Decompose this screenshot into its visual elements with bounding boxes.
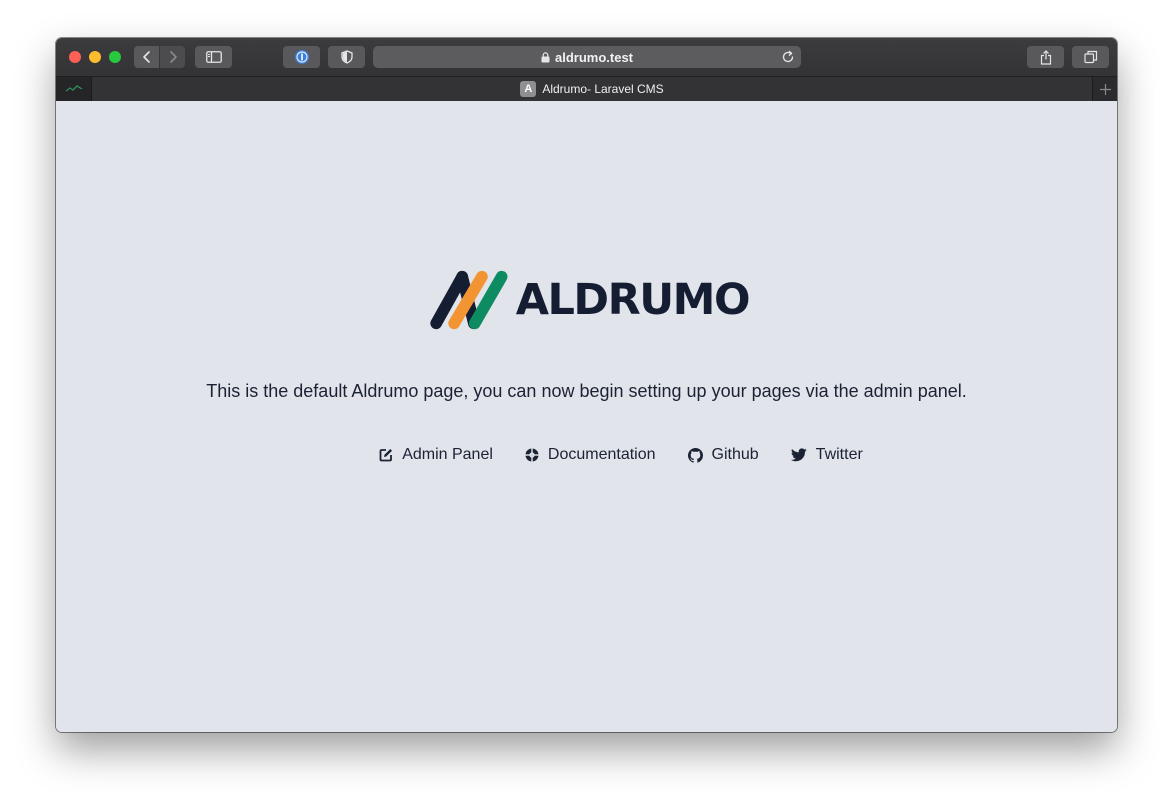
tab-bar: A Aldrumo- Laravel CMS <box>56 76 1117 101</box>
chevron-right-icon <box>169 51 177 63</box>
edit-icon <box>379 448 393 462</box>
chevron-left-icon <box>142 51 150 63</box>
github-label: Github <box>711 446 759 463</box>
pinned-tab[interactable] <box>56 77 92 101</box>
tabs-overview-icon <box>1083 50 1097 64</box>
show-all-tabs-button[interactable] <box>1072 46 1109 68</box>
browser-window: aldrumo.test A Aldrumo- Laravel CMS ALDR… <box>56 38 1117 732</box>
activity-graph-icon <box>65 85 82 92</box>
tab-title: Aldrumo- Laravel CMS <box>542 82 664 96</box>
share-button[interactable] <box>1027 46 1064 68</box>
twitter-icon <box>790 448 807 462</box>
tab-favicon: A <box>520 81 537 97</box>
aldrumo-logo: ALDRUMO <box>429 266 751 334</box>
password-manager-extension-button[interactable] <box>283 46 320 68</box>
new-tab-button[interactable] <box>1092 77 1117 101</box>
back-button[interactable] <box>134 46 159 68</box>
sidebar-icon <box>205 51 222 63</box>
minimize-window-button[interactable] <box>89 51 101 63</box>
github-link[interactable]: Github <box>687 446 759 464</box>
page-tagline: This is the default Aldrumo page, you ca… <box>206 381 967 401</box>
page-content: ALDRUMO This is the default Aldrumo page… <box>56 101 1117 732</box>
footer-links: Admin Panel Documentation Github Twitter <box>56 446 1117 464</box>
admin-panel-label: Admin Panel <box>402 446 493 463</box>
shield-icon <box>340 50 353 64</box>
address-bar[interactable]: aldrumo.test <box>373 46 801 68</box>
zoom-window-button[interactable] <box>109 51 121 63</box>
password-manager-icon <box>294 50 309 64</box>
share-icon <box>1040 49 1051 65</box>
address-text: aldrumo.test <box>554 49 633 65</box>
privacy-extension-button[interactable] <box>328 46 365 68</box>
reload-icon[interactable] <box>781 50 795 64</box>
lifebuoy-icon <box>525 448 539 462</box>
documentation-label: Documentation <box>547 446 656 463</box>
twitter-link[interactable]: Twitter <box>790 446 863 464</box>
logo-wordmark: ALDRUMO <box>515 274 751 325</box>
github-icon <box>687 447 703 463</box>
twitter-label: Twitter <box>815 446 863 463</box>
plus-icon <box>1099 83 1111 95</box>
sidebar-toggle-button[interactable] <box>195 46 232 68</box>
lock-icon <box>541 51 550 63</box>
active-tab[interactable]: A Aldrumo- Laravel CMS <box>92 77 1092 101</box>
logo-mark-icon <box>430 270 508 330</box>
forward-button[interactable] <box>160 46 185 68</box>
browser-toolbar: aldrumo.test <box>56 38 1117 76</box>
close-window-button[interactable] <box>69 51 81 63</box>
documentation-link[interactable]: Documentation <box>525 446 656 464</box>
admin-panel-link[interactable]: Admin Panel <box>379 446 493 464</box>
